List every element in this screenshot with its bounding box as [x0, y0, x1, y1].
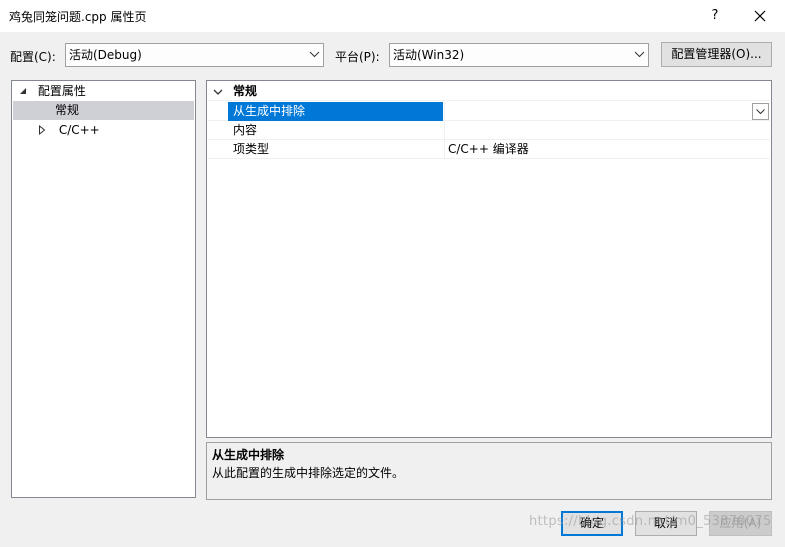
- description-panel: 从生成中排除 从此配置的生成中排除选定的文件。: [206, 442, 772, 500]
- chevron-down-icon: [756, 109, 765, 115]
- expanded-triangle-icon: [20, 88, 26, 94]
- property-dropdown-button[interactable]: [752, 103, 769, 120]
- description-text: 从此配置的生成中排除选定的文件。: [212, 466, 405, 480]
- help-button[interactable]: ?: [702, 4, 728, 28]
- description-title: 从生成中排除: [212, 448, 285, 462]
- category-label: 常规: [233, 84, 258, 98]
- title-bar: 鸡兔同笼问题.cpp 属性页 ?: [0, 0, 785, 32]
- window-title: 鸡兔同笼问题.cpp 属性页: [9, 10, 147, 24]
- platform-dropdown[interactable]: 活动(Win32): [389, 43, 649, 67]
- property-grid: 常规 从生成中排除 内容 项类型 C/C++ 编译器: [206, 80, 772, 438]
- tree-item-general[interactable]: 常规: [13, 101, 194, 120]
- category-row-general[interactable]: 常规: [208, 82, 770, 101]
- property-name: 内容: [233, 123, 258, 137]
- chevron-down-icon: [634, 51, 645, 58]
- tree-item-label: 配置属性: [37, 84, 86, 98]
- property-value[interactable]: [444, 102, 770, 121]
- config-label: 配置(C):: [10, 50, 56, 64]
- platform-dropdown-value: 活动(Win32): [393, 48, 465, 62]
- property-row[interactable]: 从生成中排除: [208, 102, 770, 121]
- tree-item-label: C/C++: [58, 123, 100, 137]
- tree-item-label: 常规: [55, 103, 80, 117]
- platform-label: 平台(P):: [335, 50, 380, 64]
- property-name: 从生成中排除: [228, 102, 443, 121]
- chevron-down-icon: [309, 51, 320, 58]
- property-row[interactable]: 内容: [208, 121, 770, 140]
- property-value[interactable]: C/C++ 编译器: [444, 140, 770, 159]
- property-name: 项类型: [233, 142, 270, 156]
- watermark: https://blog.csdn.net/m0_53870075: [529, 514, 772, 529]
- chevron-down-icon: [213, 89, 223, 95]
- property-value[interactable]: [444, 121, 770, 140]
- property-row[interactable]: 项类型 C/C++ 编译器: [208, 140, 770, 159]
- config-dropdown[interactable]: 活动(Debug): [65, 43, 324, 67]
- close-icon: [754, 10, 766, 22]
- config-manager-button[interactable]: 配置管理器(O)...: [661, 42, 772, 67]
- close-button[interactable]: [746, 4, 774, 28]
- property-tree: 配置属性 常规 C/C++: [11, 80, 196, 498]
- tree-item-config-properties[interactable]: 配置属性: [18, 82, 86, 101]
- config-dropdown-value: 活动(Debug): [69, 48, 142, 62]
- tree-item-cpp[interactable]: C/C++: [38, 121, 100, 140]
- collapsed-triangle-icon: [39, 124, 46, 136]
